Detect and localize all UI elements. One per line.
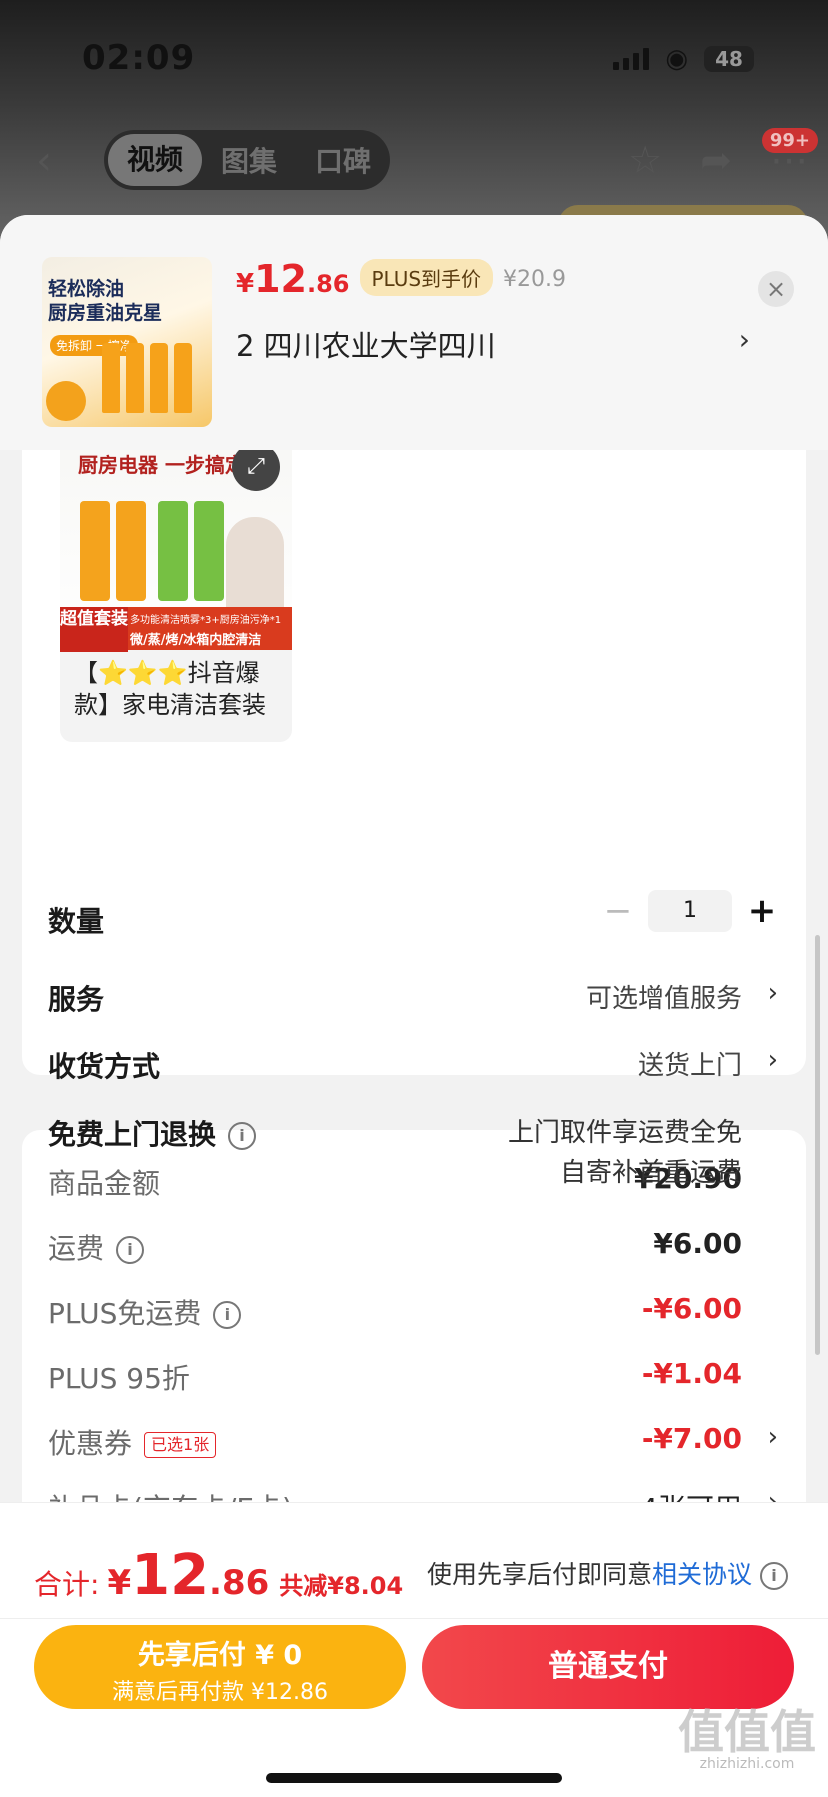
back-arrow-icon[interactable]: ‹ [36, 138, 52, 184]
plus-discount-value: -¥1.04 [641, 1357, 742, 1390]
info-icon[interactable]: i [213, 1301, 242, 1329]
scrollbar[interactable] [815, 935, 820, 1355]
bottle-graphic [158, 501, 188, 601]
delivery-method-value: 送货上门 [637, 1051, 742, 1081]
home-indicator[interactable] [266, 1773, 562, 1783]
wifi-icon: ◉ [665, 44, 688, 74]
ribbon-sub: 多功能清洁喷雾*3+厨房油污净*1 [130, 615, 282, 626]
product-thumbnail[interactable]: 轻松除油 厨房重油克星 免拆卸 一擦净 [42, 257, 212, 427]
free-return-value: 上门取件享运费全免 自寄补首重运费 [507, 1118, 742, 1188]
chevron-right-icon[interactable]: › [739, 323, 750, 356]
price-row: ¥12.86 PLUS到手价 ¥20.9 [236, 257, 566, 302]
pay-later-button[interactable]: 先享后付 ¥ 0 满意后再付款 ¥12.86 [34, 1625, 406, 1709]
shipping-value: ¥6.00 [653, 1227, 742, 1260]
quantity-label: 数量 [48, 905, 105, 938]
bottle-graphic [174, 343, 192, 413]
plus-button[interactable]: + [742, 891, 782, 931]
quantity-stepper: − 1 + [598, 890, 782, 932]
media-tab-switch: 视频 图集 口碑 [104, 130, 390, 190]
free-return-label: 免费上门退换 i [48, 1113, 257, 1153]
payment-bar: 合计: ¥ 12 .86 共减¥8.04 使用先享后付即同意相关协议 i 先享后付… [0, 1502, 828, 1797]
bottle-graphic [194, 501, 224, 601]
message-badge: 99+ [761, 128, 818, 153]
order-total: 合计: ¥ 12 .86 共减¥8.04 [34, 1543, 404, 1608]
total-discount: 共减¥8.04 [279, 1572, 404, 1600]
close-button[interactable]: × [758, 271, 794, 307]
chevron-right-icon: › [767, 978, 778, 1008]
shipping-label: 运费 i [48, 1227, 145, 1267]
favorite-star-icon[interactable]: ☆ [628, 138, 662, 182]
status-time: 02:09 [82, 38, 196, 78]
plus-price-tag: PLUS到手价 [359, 259, 494, 296]
agreement-notice: 使用先享后付即同意相关协议 i [427, 1555, 788, 1591]
service-row[interactable]: 服务 可选增值服务 › [48, 978, 782, 1018]
plus-free-shipping-row: PLUS免运费 i -¥6.00 [48, 1292, 782, 1332]
coupon-value: -¥7.00 [641, 1422, 742, 1455]
original-price: ¥20.9 [503, 267, 567, 292]
sheet-header: 轻松除油 厨房重油克星 免拆卸 一擦净 ¥12.86 PLUS到手价 ¥20.9… [0, 215, 828, 450]
gift-ribbon: 超值套装 多功能清洁喷雾*3+厨房油污净*1 微/蒸/烤/冰箱内腔清洁 [60, 607, 292, 652]
chevron-right-icon: › [767, 1045, 778, 1075]
regular-pay-button[interactable]: 普通支付 [422, 1625, 794, 1709]
bottle-graphic [80, 501, 110, 601]
thumb-tag: 免拆卸 一擦净 [50, 335, 138, 356]
divider [0, 1618, 828, 1619]
site-watermark: 值值值 zhizhizhi.com [678, 1705, 816, 1772]
orange-graphic [46, 381, 86, 421]
gift-image-title: 厨房电器 一步搞定 [78, 453, 245, 477]
plus-discount-label: PLUS 95折 [48, 1362, 190, 1395]
delivery-method-label: 收货方式 [48, 1050, 161, 1083]
coupon-row[interactable]: 优惠券 已选1张 -¥7.00 › [48, 1422, 782, 1462]
info-icon[interactable]: i [116, 1236, 145, 1264]
bottle-graphic [102, 343, 120, 413]
info-icon[interactable]: i [228, 1122, 257, 1150]
tab-gallery[interactable]: 图集 [202, 140, 296, 180]
bottle-graphic [126, 343, 144, 413]
tab-video[interactable]: 视频 [108, 134, 202, 186]
plus-discount-row: PLUS 95折 -¥1.04 [48, 1357, 782, 1397]
order-options-card: 厨房电器 一步搞定 ⤢ 超值套装 多功能清洁喷雾*3+厨房油污净*1 微/蒸/烤… [22, 375, 806, 1188]
shipping-row: 运费 i ¥6.00 [48, 1227, 782, 1267]
thumb-text: 轻松除油 厨房重油克星 [48, 278, 163, 324]
delivery-address[interactable]: 2 四川农业大学四川 [236, 323, 496, 365]
gift-product-title: 【⭐⭐⭐抖音爆款】家电清洁套装 [74, 659, 266, 719]
minus-button[interactable]: − [598, 891, 638, 931]
info-icon[interactable]: i [760, 1562, 788, 1590]
fee-summary-card: 商品金额 ¥20.90 运费 i ¥6.00 PLUS免运费 i -¥6.00 PL… [22, 1130, 806, 1550]
share-icon[interactable]: ➦ [700, 138, 732, 182]
quantity-input[interactable]: 1 [648, 890, 732, 932]
gift-product-card[interactable]: 厨房电器 一步搞定 ⤢ 超值套装 多功能清洁喷雾*3+厨房油污净*1 微/蒸/烤… [60, 435, 292, 742]
free-return-row: 免费上门退换 i 上门取件享运费全免 自寄补首重运费 [48, 1113, 782, 1193]
bottle-graphic [116, 501, 146, 601]
battery-icon: 48 [704, 46, 754, 72]
ribbon-label: 超值套装 [60, 607, 128, 652]
plus-free-shipping-label: PLUS免运费 i [48, 1292, 242, 1332]
delivery-method-row[interactable]: 收货方式 送货上门 › [48, 1045, 782, 1085]
coupon-selected-tag: 已选1张 [144, 1432, 217, 1458]
ribbon-sub2: 微/蒸/烤/冰箱内腔清洁 [130, 633, 262, 648]
cellular-signal-icon [613, 48, 650, 70]
model-graphic [226, 517, 284, 617]
service-label: 服务 [48, 983, 105, 1016]
plus-free-shipping-value: -¥6.00 [641, 1292, 742, 1325]
quantity-row: 数量 − 1 + [48, 890, 782, 940]
bottle-graphic [150, 343, 168, 413]
chevron-right-icon: › [767, 1422, 778, 1452]
service-value: 可选增值服务 [585, 984, 742, 1014]
plus-price: ¥12.86 [236, 257, 350, 301]
gift-product-image: 厨房电器 一步搞定 ⤢ 超值套装 多功能清洁喷雾*3+厨房油污净*1 微/蒸/烤… [60, 435, 292, 652]
expand-icon[interactable]: ⤢ [232, 443, 280, 491]
product-navbar: ‹ 视频 图集 口碑 ☆ ➦ ⋯ 99+ [0, 128, 828, 192]
coupon-label: 优惠券 已选1张 [48, 1422, 217, 1462]
status-icons: ◉ 48 [613, 44, 754, 74]
agreement-link[interactable]: 相关协议 [652, 1560, 752, 1589]
tab-reviews[interactable]: 口碑 [296, 140, 390, 180]
